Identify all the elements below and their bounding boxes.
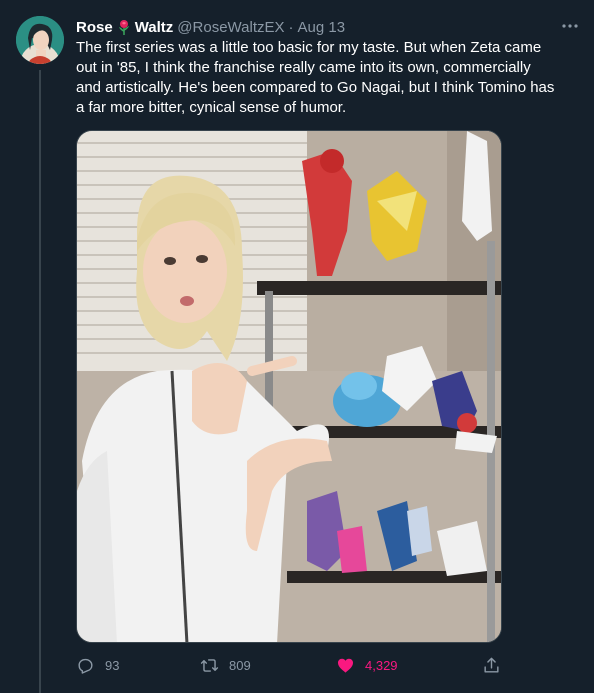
display-name[interactable]: Rose (76, 19, 113, 36)
tweet-date[interactable]: Aug 13 (298, 19, 346, 36)
separator-dot: · (288, 18, 294, 36)
heart-filled-icon (337, 658, 354, 673)
user-handle[interactable]: @RoseWaltzEX (177, 19, 284, 36)
reply-icon (78, 658, 93, 674)
rose-emoji-icon (116, 19, 132, 35)
tweet-text: The first series was a little too basic … (76, 39, 555, 116)
photo-image (77, 131, 501, 642)
retweet-button[interactable]: 809 (200, 651, 251, 679)
avatar[interactable] (16, 16, 64, 64)
retweet-icon (200, 658, 219, 672)
reply-count: 93 (105, 657, 120, 673)
display-name-second[interactable]: Waltz (135, 19, 174, 36)
reply-button[interactable]: 93 (76, 651, 119, 679)
tweet-photo[interactable] (76, 130, 502, 643)
share-icon (484, 657, 499, 673)
avatar-image (16, 16, 64, 64)
tweet-header: Rose Waltz @RoseWaltzEX · Aug 13 (76, 17, 578, 37)
tweet-actions: 93 809 4,329 (76, 651, 506, 679)
more-icon[interactable] (560, 18, 580, 34)
like-button[interactable]: 4,329 (336, 651, 398, 679)
thread-line (39, 70, 41, 693)
share-button[interactable] (482, 651, 501, 679)
like-count: 4,329 (365, 657, 398, 673)
retweet-count: 809 (229, 657, 251, 673)
